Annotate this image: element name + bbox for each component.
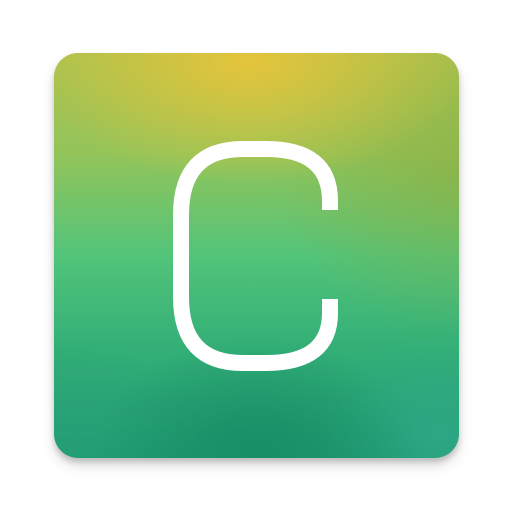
letter-c-stroke bbox=[173, 141, 338, 371]
icon-canvas bbox=[0, 0, 512, 512]
letter-c-icon bbox=[173, 141, 338, 371]
app-icon[interactable] bbox=[54, 53, 459, 458]
